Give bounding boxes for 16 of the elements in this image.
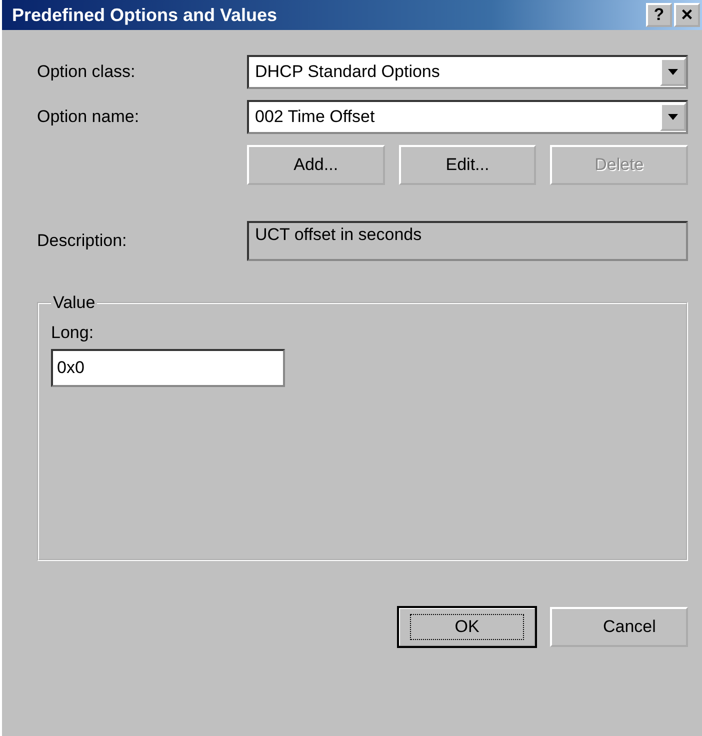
description-field: UCT offset in seconds xyxy=(247,221,688,261)
field-label: Long: xyxy=(51,323,95,343)
window-title: Predefined Options and Values xyxy=(12,4,278,26)
option-class-dropdown[interactable]: DHCP Standard Options xyxy=(247,55,688,89)
group-title: Value xyxy=(52,293,96,313)
long-value-input[interactable]: 0x0 xyxy=(51,349,285,387)
dialog-button[interactable]: Cancel xyxy=(550,607,688,647)
option-button[interactable]: Add... xyxy=(247,145,385,185)
field-label: Option name: xyxy=(37,107,140,127)
help-button[interactable]: ? xyxy=(646,3,672,27)
option-name-dropdown[interactable]: 002 Time Offset xyxy=(247,100,688,134)
field-label: Option class: xyxy=(37,62,136,82)
option-button[interactable]: Edit... xyxy=(398,145,536,185)
dialog-button[interactable]: OK xyxy=(398,607,536,647)
field-label: Description: xyxy=(37,231,128,251)
close-button[interactable]: × xyxy=(674,3,700,27)
